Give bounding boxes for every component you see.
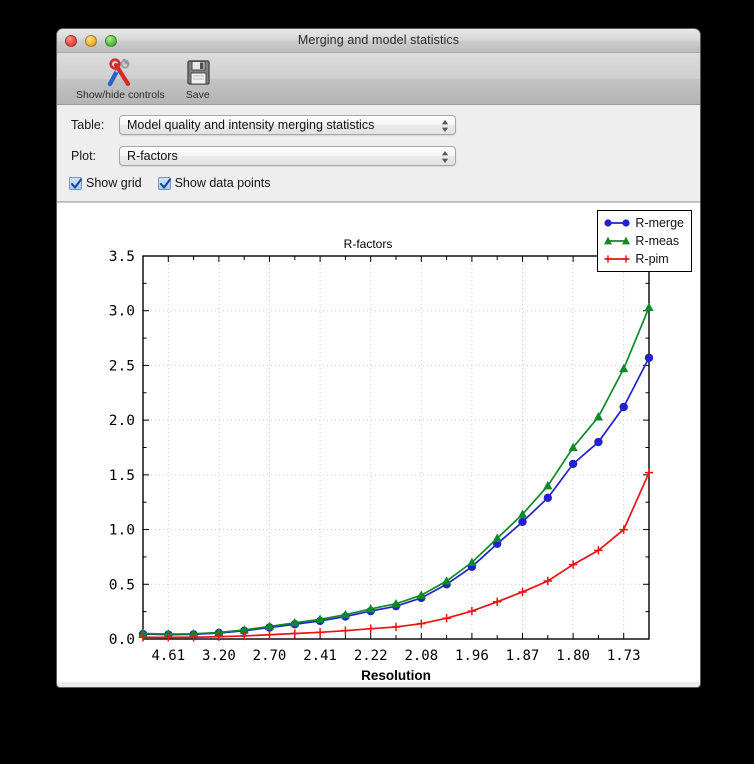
x-tick-label: 1.80: [556, 648, 590, 664]
plot-select-value: R-factors: [120, 149, 178, 163]
plot-select[interactable]: R-factors: [119, 146, 456, 166]
controls-panel: Table: Model quality and intensity mergi…: [57, 105, 700, 202]
data-point: [594, 412, 603, 420]
data-point: [442, 614, 450, 622]
y-tick-label: 0.5: [109, 577, 135, 593]
data-point: [619, 364, 628, 372]
table-label: Table:: [71, 118, 119, 132]
x-tick-label: 2.22: [354, 648, 388, 664]
window-titlebar: Merging and model statistics: [57, 29, 700, 53]
legend-label: R-pim: [635, 252, 668, 266]
legend-symbol-circle-icon: [602, 216, 632, 230]
data-point: [468, 607, 476, 615]
table-select[interactable]: Model quality and intensity merging stat…: [119, 115, 456, 135]
x-tick-label: 2.08: [404, 648, 438, 664]
checkbox-box: [69, 177, 82, 190]
x-tick-label: 3.20: [202, 648, 236, 664]
show-grid-checkbox[interactable]: Show grid: [69, 176, 142, 190]
data-point: [265, 631, 273, 639]
legend-item: R-merge: [602, 214, 684, 232]
checkbox-box: [158, 177, 171, 190]
data-point: [417, 619, 425, 627]
show-hide-controls-button[interactable]: Show/hide controls: [73, 58, 168, 102]
data-point: [644, 303, 653, 311]
checkbox-row: Show grid Show data points: [57, 172, 700, 194]
y-tick-label: 2.5: [109, 358, 135, 374]
data-point: [544, 494, 552, 502]
plot-panel: 0.0 0.5 1.0 1.5 2.0 2.5 3.0 3.5 4.61 3.20 2.70 2.41…: [57, 202, 700, 682]
y-tick-label: 3.0: [109, 304, 135, 320]
y-tick-label: 2.0: [109, 413, 135, 429]
show-hide-controls-label: Show/hide controls: [76, 89, 165, 101]
data-point: [316, 628, 324, 636]
x-tick-label: 2.70: [253, 648, 287, 664]
x-tick-label: 1.73: [607, 648, 641, 664]
legend-label: R-meas: [635, 234, 679, 248]
y-tick-label: 1.0: [109, 523, 135, 539]
data-point: [569, 560, 577, 568]
legend-symbol-plus-icon: [602, 252, 632, 266]
chart-svg: 0.0 0.5 1.0 1.5 2.0 2.5 3.0 3.5 4.61 3.20 2.70 2.41…: [57, 203, 700, 681]
x-tick-label: 1.96: [455, 648, 489, 664]
chart-legend: R-merge R-meas R-pim: [597, 210, 692, 272]
floppy-disk-icon: [181, 58, 215, 88]
table-select-value: Model quality and intensity merging stat…: [120, 118, 374, 132]
legend-symbol-triangle-icon: [602, 234, 632, 248]
x-tick-label: 1.87: [506, 648, 540, 664]
plot-row: Plot: R-factors: [57, 143, 700, 169]
x-axis-label: Resolution: [361, 668, 431, 681]
data-point: [645, 354, 653, 362]
data-point: [367, 625, 375, 633]
y-tick-label: 3.5: [109, 249, 135, 265]
data-point: [442, 576, 451, 584]
window-title: Merging and model statistics: [57, 33, 700, 47]
application-window: Merging and model statistics: [56, 28, 701, 688]
x-tick-label: 2.41: [303, 648, 337, 664]
data-point: [645, 468, 653, 476]
legend-label: R-merge: [635, 216, 684, 230]
window-toolbar: Show/hide controls Save: [57, 53, 700, 105]
check-icon: [70, 177, 83, 191]
x-tick-label: 4.61: [151, 648, 185, 664]
y-tick-label: 0.0: [109, 632, 135, 648]
chevron-updown-icon: [439, 148, 451, 166]
data-point: [392, 623, 400, 631]
data-point: [417, 590, 426, 598]
tools-icon: [103, 58, 137, 88]
legend-item: R-meas: [602, 232, 684, 250]
y-tick-label: 1.5: [109, 468, 135, 484]
data-point: [594, 438, 602, 446]
legend-item: R-pim: [602, 250, 684, 268]
data-point: [518, 518, 526, 526]
save-button[interactable]: Save: [178, 58, 218, 102]
data-point: [493, 598, 501, 606]
show-grid-label: Show grid: [86, 176, 142, 190]
plot-label: Plot:: [71, 149, 119, 163]
check-icon: [159, 177, 172, 191]
chevron-updown-icon: [439, 117, 451, 135]
data-point: [518, 588, 526, 596]
table-row: Table: Model quality and intensity mergi…: [57, 112, 700, 138]
desktop-background: Merging and model statistics: [0, 0, 754, 764]
data-point: [291, 629, 299, 637]
data-point: [341, 626, 349, 634]
show-data-points-label: Show data points: [175, 176, 271, 190]
show-data-points-checkbox[interactable]: Show data points: [158, 176, 271, 190]
chart-title: R-factors: [344, 237, 393, 251]
data-point: [544, 577, 552, 585]
data-point: [569, 460, 577, 468]
save-label: Save: [186, 89, 210, 101]
data-point: [620, 403, 628, 411]
